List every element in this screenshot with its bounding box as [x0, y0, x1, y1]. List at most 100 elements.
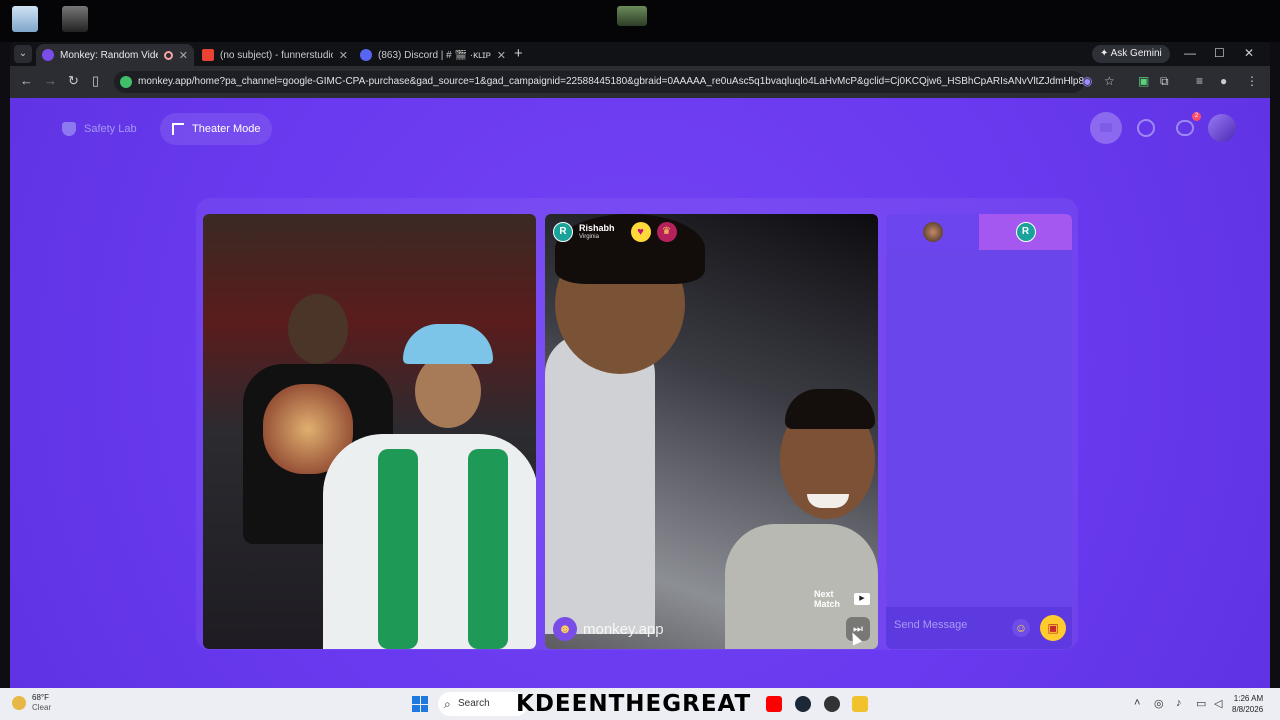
monkey-logo-icon: ☻ [553, 617, 577, 641]
back-icon[interactable]: ← [20, 73, 33, 88]
partner-name: Rishabh [579, 223, 615, 233]
tab-search-icon[interactable]: ⌄ [14, 45, 32, 63]
brand-text: KDEENTHEGREAT [516, 691, 752, 717]
weather-widget[interactable]: 68°F Clear [12, 693, 51, 713]
recycle-bin-icon[interactable] [12, 6, 38, 32]
extension-icon[interactable]: ▣ [1138, 74, 1149, 88]
discord-favicon-icon [360, 49, 372, 61]
video-figure [415, 354, 481, 428]
clock[interactable]: 1:26 AM 8/8/2026 [1232, 693, 1263, 715]
desktop-app-icon[interactable] [62, 6, 88, 32]
monkey-watermark: ☻ monkey.app [553, 617, 664, 641]
user-avatar[interactable] [1208, 114, 1236, 142]
video-figure [403, 324, 493, 364]
next-match-label: Next Match [814, 589, 841, 609]
volume-icon[interactable]: ◁ [1214, 697, 1222, 710]
tab-monkey[interactable]: Monkey: Random Video Ch ✕ [36, 44, 194, 66]
chat-tabs: R [886, 214, 1072, 250]
safety-lab-button[interactable]: Safety Lab [50, 113, 149, 145]
play-icon: ▶ [854, 593, 870, 605]
ask-gemini-button[interactable]: ✦ Ask Gemini [1092, 45, 1170, 63]
menu-icon[interactable]: ⋮ [1246, 74, 1258, 88]
date: 8/8/2026 [1232, 705, 1264, 714]
ask-gemini-label: Ask Gemini [1110, 48, 1162, 59]
forward-icon[interactable]: → [44, 73, 57, 88]
brand-overlay: KDEENTHEGREAT [516, 691, 751, 717]
split-view-icon[interactable]: ▯ [92, 73, 99, 89]
tab-title: Monkey: Random Video Ch [60, 49, 158, 61]
steam-icon[interactable] [795, 696, 811, 712]
tab-bar: ⌄ Monkey: Random Video Ch ✕ (no subject)… [10, 42, 1270, 66]
crown-icon[interactable] [1090, 112, 1122, 144]
partner-name-block: Rishabh Virginia [579, 223, 615, 241]
profile-avatar-icon[interactable]: ● [1220, 74, 1227, 88]
windows-start-icon[interactable] [412, 696, 428, 712]
self-video [203, 214, 536, 649]
recording-icon [163, 50, 173, 60]
badge-icon[interactable]: ♛ [656, 222, 677, 242]
chevron-up-icon[interactable]: ˄ [1134, 697, 1140, 709]
desktop-folder-icon[interactable] [617, 6, 647, 26]
tab-title: (863) Discord | # 🎬 ·ĸʟɪᴘᴢ | ꜱᴘ [378, 49, 491, 61]
expand-icon [172, 123, 184, 135]
partner-video: R Rishabh Virginia ♥ ♛ ☻ monkey.app Next… [545, 214, 878, 649]
site-info-icon[interactable] [120, 76, 132, 88]
time: 1:26 AM [1233, 694, 1264, 703]
network-icon[interactable]: ◎ [1154, 697, 1164, 710]
minimize-icon[interactable]: — [1184, 46, 1196, 60]
gmail-favicon-icon [202, 49, 214, 61]
browser-window: ⌄ Monkey: Random Video Ch ✕ (no subject)… [10, 42, 1270, 688]
tab-gmail[interactable]: (no subject) - funnerstudios@g ✕ [196, 44, 354, 66]
desktop [0, 0, 1280, 42]
microphone-icon[interactable]: ♪ [1176, 697, 1182, 709]
emoji-icon[interactable]: ☺ [1012, 619, 1030, 637]
weather-condition: Clear [32, 703, 52, 712]
close-tab-icon[interactable]: ✕ [179, 49, 188, 62]
heart-icon[interactable]: ♥ [630, 222, 651, 242]
reading-list-icon[interactable]: ≡ [1196, 74, 1203, 88]
gift-icon[interactable]: ▣ [1040, 615, 1066, 641]
partner-avatar: R [1015, 222, 1036, 242]
video-figure [468, 449, 508, 649]
temperature: 68°F [32, 693, 49, 702]
self-avatar [922, 222, 943, 242]
close-tab-icon[interactable]: ✕ [497, 49, 506, 62]
watermark-text: monkey.app [583, 620, 664, 638]
taskbar-search[interactable]: Search [438, 692, 528, 716]
file-explorer-icon[interactable] [852, 696, 868, 712]
address-bar[interactable]: monkey.app/home?pa_channel=google-GIMC-C… [114, 71, 1084, 93]
shield-icon [62, 122, 76, 136]
partner-avatar[interactable]: R [553, 222, 573, 242]
extensions-puzzle-icon[interactable]: ⧉ [1160, 74, 1169, 89]
video-figure [378, 449, 418, 649]
reload-icon[interactable]: ↻ [68, 73, 79, 89]
close-tab-icon[interactable]: ✕ [339, 49, 348, 62]
close-window-icon[interactable]: ✕ [1244, 46, 1254, 60]
theater-mode-label: Theater Mode [192, 123, 261, 135]
next-match-hint: Next Match ▶ [814, 589, 870, 609]
notification-badge: 2 [1192, 112, 1201, 121]
url-text: monkey.app/home?pa_channel=google-GIMC-C… [138, 76, 1084, 87]
partner-location: Virginia [579, 234, 599, 240]
message-input[interactable]: Send Message [894, 619, 967, 631]
theater-mode-button[interactable]: Theater Mode [160, 113, 273, 145]
monkey-page: Safety Lab Theater Mode 2 R Rishabh Virg… [10, 98, 1270, 688]
chat-panel: R Send Message ☺ ▣ [886, 214, 1072, 649]
display-icon[interactable]: ▭ [1196, 697, 1206, 710]
moon-icon [12, 696, 26, 710]
history-clock-icon[interactable] [1137, 119, 1155, 137]
safety-lab-label: Safety Lab [84, 123, 137, 135]
obs-icon[interactable] [824, 696, 840, 712]
partner-info[interactable]: R Rishabh Virginia ♥ ♛ [553, 222, 677, 242]
youtube-icon[interactable] [766, 696, 782, 712]
chat-tab-self[interactable] [886, 214, 979, 250]
bookmark-star-icon[interactable]: ☆ [1104, 74, 1115, 88]
maximize-icon[interactable]: ☐ [1214, 46, 1225, 60]
browser-toolbar: ← → ↻ ▯ monkey.app/home?pa_channel=googl… [10, 66, 1270, 98]
video-figure [545, 334, 655, 634]
chat-tab-partner[interactable]: R [979, 214, 1072, 250]
tab-discord[interactable]: (863) Discord | # 🎬 ·ĸʟɪᴘᴢ | ꜱᴘ ✕ [354, 44, 512, 66]
extension-icon[interactable]: ◉ [1082, 74, 1092, 88]
new-tab-icon[interactable]: + [514, 45, 523, 62]
messages-icon[interactable] [1176, 120, 1194, 136]
